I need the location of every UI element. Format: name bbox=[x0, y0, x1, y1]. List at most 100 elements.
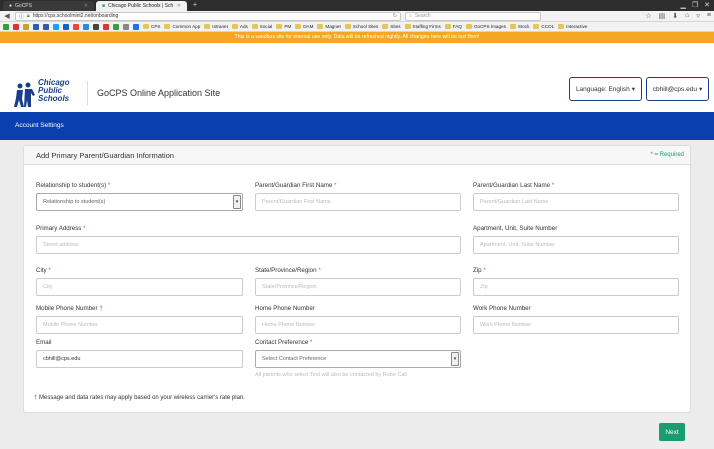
home-icon[interactable]: ⌂ bbox=[685, 12, 689, 20]
city-input[interactable]: City bbox=[36, 278, 243, 296]
user-menu-dropdown[interactable]: cbhill@cps.edu ▾ bbox=[646, 77, 709, 101]
site-header: Chicago Public Schools GoCPS Online Appl… bbox=[0, 43, 714, 112]
folder-icon bbox=[164, 24, 171, 29]
browser-tab-bar: ● GoCPS ✕ ■ Chicago Public Schools | Sch… bbox=[0, 0, 714, 11]
contact-preference-label: Contact Preference * bbox=[255, 339, 313, 346]
select-arrow-icon: ▾ bbox=[451, 352, 459, 366]
tab-gocps[interactable]: ● GoCPS ✕ bbox=[3, 1, 94, 11]
bookmark-icon[interactable] bbox=[133, 23, 139, 30]
minimize-icon[interactable]: ▁ bbox=[680, 1, 685, 9]
new-tab-button[interactable]: + bbox=[189, 1, 201, 10]
bookmark-folder-staffing-firms[interactable]: Staffing Firms bbox=[404, 24, 441, 29]
relationship-select[interactable]: Relationship to student(s) ▾ bbox=[36, 193, 243, 211]
download-icon[interactable]: ⬇ bbox=[672, 12, 678, 20]
next-button[interactable]: Next bbox=[659, 423, 685, 441]
required-note: * = Required bbox=[650, 152, 684, 158]
bookmark-folder-common-app[interactable]: Common App bbox=[164, 24, 200, 29]
back-icon[interactable]: ◀ bbox=[3, 12, 11, 20]
close-tab-icon[interactable]: ✕ bbox=[84, 3, 88, 9]
bookmark-icon[interactable] bbox=[13, 23, 19, 30]
bookmark-folder-school-sites[interactable]: School Sites bbox=[344, 24, 378, 29]
site-title: GoCPS Online Application Site bbox=[97, 88, 221, 98]
form-header: Add Primary Parent/Guardian Information … bbox=[24, 146, 690, 165]
address-input[interactable]: Street address bbox=[36, 236, 461, 254]
bookmark-icon[interactable] bbox=[83, 23, 89, 30]
bookmark-folder-magnet[interactable]: Magnet bbox=[317, 24, 341, 29]
site-nav-bar: Account Settings bbox=[0, 112, 714, 140]
children-figures-icon bbox=[14, 82, 35, 107]
star-icon[interactable]: ☆ bbox=[645, 12, 651, 20]
menu-icon[interactable]: ≡ bbox=[707, 12, 711, 20]
bookmark-folder-interactive[interactable]: Interactive bbox=[558, 24, 587, 29]
bookmark-icon[interactable] bbox=[63, 23, 69, 30]
bookmark-folder-pm[interactable]: PM bbox=[276, 24, 291, 29]
email-input[interactable]: cbhill@cps.edu bbox=[36, 350, 243, 368]
bookmark-folder-ads[interactable]: Ads bbox=[231, 24, 248, 29]
first-name-label: Parent/Guardian First Name * bbox=[255, 182, 337, 189]
bookmark-folder-intranet[interactable]: Intranet bbox=[204, 24, 228, 29]
bookmark-icon[interactable] bbox=[123, 23, 129, 30]
bookmark-icon[interactable] bbox=[3, 23, 9, 30]
pocket-icon[interactable]: ▿ bbox=[696, 12, 700, 20]
folder-icon bbox=[382, 24, 389, 29]
folder-icon bbox=[509, 24, 516, 29]
search-icon: ⌕ bbox=[409, 13, 412, 19]
apartment-label: Apartment, Unit, Suite Number bbox=[473, 225, 558, 232]
maximize-icon[interactable]: ❐ bbox=[692, 1, 698, 9]
bookmark-icon[interactable] bbox=[93, 23, 99, 30]
folder-icon bbox=[558, 24, 565, 29]
bookmark-folder-cps[interactable]: CPS bbox=[143, 24, 160, 29]
logo-text: Chicago Public Schools bbox=[38, 78, 70, 103]
url-bar[interactable]: ⓘ 🔒︎ https://cps.schoolmint2.net/onboard… bbox=[15, 11, 401, 21]
folder-icon bbox=[295, 24, 302, 29]
address-label: Primary Address * bbox=[36, 225, 86, 232]
language-dropdown[interactable]: Language: English ▾ bbox=[569, 77, 642, 101]
bookmark-folder-ccol[interactable]: CCOL bbox=[533, 24, 554, 29]
mobile-label: Mobile Phone Number † bbox=[36, 305, 103, 312]
close-window-icon[interactable]: ✕ bbox=[704, 1, 710, 9]
folder-icon bbox=[533, 24, 540, 29]
caret-down-icon: ▾ bbox=[698, 86, 703, 93]
site-favicon-icon: ■ bbox=[102, 3, 106, 9]
folder-icon bbox=[251, 24, 258, 29]
cps-logo[interactable]: Chicago Public Schools bbox=[14, 78, 78, 112]
bookmark-folder-dam[interactable]: DAM bbox=[295, 24, 313, 29]
bookmark-folder-faq[interactable]: FAQ bbox=[444, 24, 462, 29]
sms-disclaimer: † Message and data rates may apply based… bbox=[34, 395, 245, 401]
bookmark-folder-gocps-images[interactable]: GoCPS Images bbox=[465, 24, 506, 29]
bookmark-icon[interactable] bbox=[113, 23, 119, 30]
bookmark-icon[interactable] bbox=[23, 23, 29, 30]
state-input[interactable]: State/Province/Region bbox=[255, 278, 461, 296]
bookmark-folder-stock[interactable]: Stock bbox=[509, 24, 529, 29]
bookmark-icon[interactable] bbox=[73, 23, 79, 30]
bookmark-folder-social[interactable]: Social bbox=[251, 24, 272, 29]
tab-chicago-public-schools[interactable]: ■ Chicago Public Schools | Sch ✕ bbox=[96, 1, 187, 11]
mobile-phone-input[interactable]: Mobile Phone Number bbox=[36, 316, 243, 334]
caret-down-icon: ▾ bbox=[631, 86, 636, 93]
folder-icon bbox=[143, 24, 149, 29]
bookmarks-bar: CPS Common App Intranet Ads Social PM DA… bbox=[0, 22, 714, 32]
header-divider bbox=[87, 81, 88, 105]
reading-list-icon[interactable]: ▤ bbox=[659, 12, 666, 20]
bookmark-icon[interactable] bbox=[103, 23, 109, 30]
folder-icon bbox=[404, 24, 411, 29]
home-phone-label: Home Phone Number bbox=[255, 305, 315, 312]
contact-preference-select[interactable]: Select Contact Preference ▾ bbox=[255, 350, 461, 368]
first-name-input[interactable]: Parent/Guardian First Name bbox=[255, 193, 461, 211]
bookmark-icon[interactable] bbox=[33, 23, 39, 30]
home-phone-input[interactable]: Home Phone Number bbox=[255, 316, 461, 334]
close-tab-icon[interactable]: ✕ bbox=[177, 3, 181, 9]
apartment-input[interactable]: Apartment, Unit, Suite Number bbox=[473, 236, 679, 254]
work-phone-input[interactable]: Work Phone Number bbox=[473, 316, 679, 334]
reload-icon[interactable]: ↻ bbox=[393, 13, 397, 19]
last-name-input[interactable]: Parent/Guardian Last Name bbox=[473, 193, 679, 211]
bookmark-icon[interactable] bbox=[53, 23, 59, 30]
bookmark-folder-sites[interactable]: Sites bbox=[382, 24, 401, 29]
search-input[interactable]: ⌕ Search bbox=[405, 11, 541, 21]
select-arrow-icon: ▾ bbox=[233, 195, 241, 209]
bookmark-icon[interactable] bbox=[43, 23, 49, 30]
window-controls: ▁ ❐ ✕ bbox=[680, 1, 710, 9]
zip-input[interactable]: Zip bbox=[473, 278, 679, 296]
account-settings-link[interactable]: Account Settings bbox=[15, 122, 64, 129]
folder-icon bbox=[344, 24, 351, 29]
